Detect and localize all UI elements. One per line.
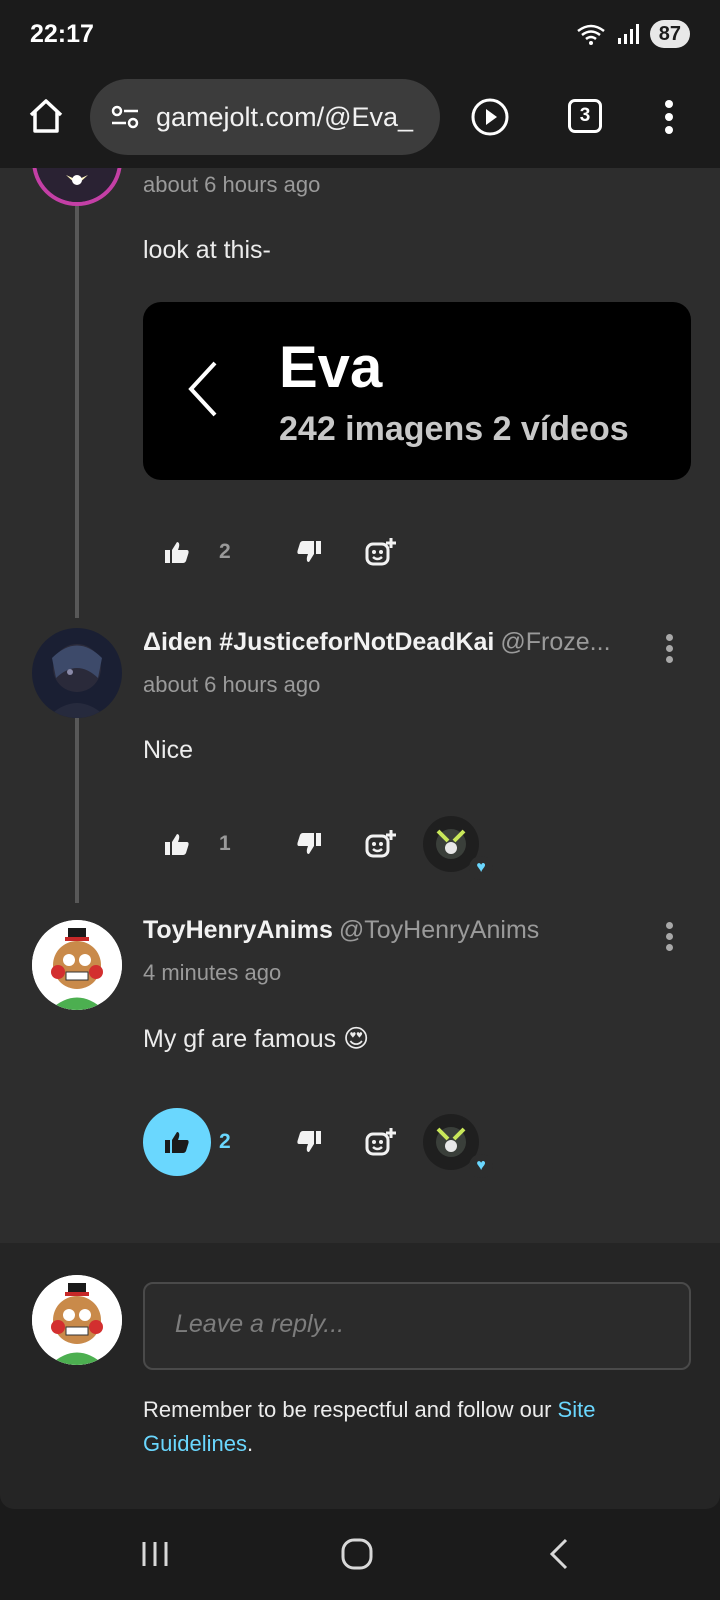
home-icon[interactable]: [26, 96, 66, 136]
thumbs-down-icon: [297, 833, 321, 854]
dislike-button[interactable]: [275, 1108, 343, 1176]
comment-actions: 1 ♥: [143, 810, 493, 880]
reply-section: Leave a reply... Remember to be respectf…: [0, 1243, 720, 1509]
reply-input[interactable]: Leave a reply...: [143, 1282, 691, 1370]
add-reaction-button[interactable]: [347, 518, 415, 586]
comment-more-icon[interactable]: [666, 634, 676, 667]
add-reaction-button[interactable]: [347, 810, 415, 878]
tabs-button[interactable]: 3: [568, 99, 602, 133]
status-bar: 22:17 87: [0, 0, 720, 68]
thumbs-up-icon: [165, 1132, 189, 1153]
author-handle[interactable]: @ToyHenryAnims: [339, 916, 539, 944]
comment-author[interactable]: ToyHenryAnims @ToyHenryAnims: [143, 916, 539, 945]
comment-body: look at this-: [143, 236, 271, 264]
url-text: gamejolt.com/@Eva_: [156, 101, 414, 132]
author-handle[interactable]: @Froze...: [500, 628, 610, 656]
avatar[interactable]: [32, 168, 122, 206]
battery-indicator: 87: [649, 20, 690, 48]
guidelines-text: Remember to be respectful and follow our…: [143, 1397, 596, 1456]
site-settings-icon[interactable]: [110, 104, 140, 130]
add-reaction-icon: [365, 830, 396, 858]
embedded-image[interactable]: Eva 242 imagens 2 vídeos: [143, 302, 691, 480]
dislike-button[interactable]: [275, 810, 343, 878]
comment-time: about 6 hours ago: [143, 172, 321, 197]
reaction-chip[interactable]: ♥: [423, 1114, 493, 1178]
address-bar[interactable]: gamejolt.com/@Eva_: [90, 79, 440, 155]
like-button[interactable]: [143, 1108, 211, 1176]
add-reaction-icon: [365, 1128, 396, 1156]
thumbs-up-icon: [165, 834, 189, 855]
thread-line: [75, 198, 79, 618]
heart-icon: ♥: [469, 1154, 493, 1178]
avatar-image: [36, 168, 118, 202]
embed-subtitle: 242 imagens 2 vídeos: [279, 410, 629, 448]
home-nav-icon[interactable]: [340, 1537, 374, 1571]
browser-toolbar: gamejolt.com/@Eva_ 3: [0, 68, 720, 168]
wifi-icon: [576, 24, 605, 45]
like-count: 1: [219, 832, 231, 855]
like-count: 2: [219, 1130, 231, 1153]
more-vert-icon[interactable]: [664, 97, 674, 137]
reaction-chip[interactable]: ♥: [423, 816, 493, 880]
reaction-sticker-icon: [436, 1127, 466, 1157]
comment-body: Nice: [143, 736, 194, 764]
like-button[interactable]: [143, 518, 211, 586]
recent-apps-icon[interactable]: [140, 1539, 170, 1569]
comment-body: My gf are famous 😍: [143, 1025, 370, 1053]
back-nav-icon[interactable]: [548, 1537, 570, 1571]
dislike-button[interactable]: [275, 518, 343, 586]
thumbs-down-icon: [297, 1131, 321, 1152]
avatar-image: [32, 920, 122, 1010]
system-nav-bar: [0, 1509, 720, 1600]
thumbs-up-icon: [165, 542, 189, 563]
heart-icon: ♥: [469, 856, 493, 880]
avatar[interactable]: [32, 920, 122, 1010]
thread-line: [75, 703, 79, 903]
avatar[interactable]: [32, 628, 122, 718]
add-reaction-icon: [365, 538, 396, 566]
author-name[interactable]: ToyHenryAnims: [143, 916, 333, 944]
avatar-image: [32, 1275, 122, 1365]
comment-actions: 2: [143, 518, 415, 586]
embed-title: Eva: [279, 335, 383, 400]
comment-thread: about 6 hours ago look at this- Eva 242 …: [0, 168, 720, 1243]
like-button[interactable]: [143, 810, 211, 878]
comment-more-icon[interactable]: [666, 922, 676, 955]
reaction-sticker-icon: [436, 829, 466, 859]
comment-time: about 6 hours ago: [143, 672, 321, 697]
status-time: 22:17: [30, 19, 94, 48]
comment-time: 4 minutes ago: [143, 960, 282, 985]
thumbs-down-icon: [297, 541, 321, 562]
comment-actions: 2 ♥: [143, 1108, 493, 1178]
back-arrow-icon: [188, 361, 217, 417]
like-count: 2: [219, 540, 231, 563]
add-reaction-button[interactable]: [347, 1108, 415, 1176]
signal-icon: [617, 24, 639, 44]
current-user-avatar[interactable]: [32, 1275, 122, 1365]
avatar-image: [32, 628, 122, 718]
comment-author[interactable]: Δiden #JusticeforNotDeadKai @Froze...: [143, 628, 611, 657]
play-icon[interactable]: [470, 97, 510, 137]
author-name[interactable]: Δiden #JusticeforNotDeadKai: [143, 628, 494, 656]
